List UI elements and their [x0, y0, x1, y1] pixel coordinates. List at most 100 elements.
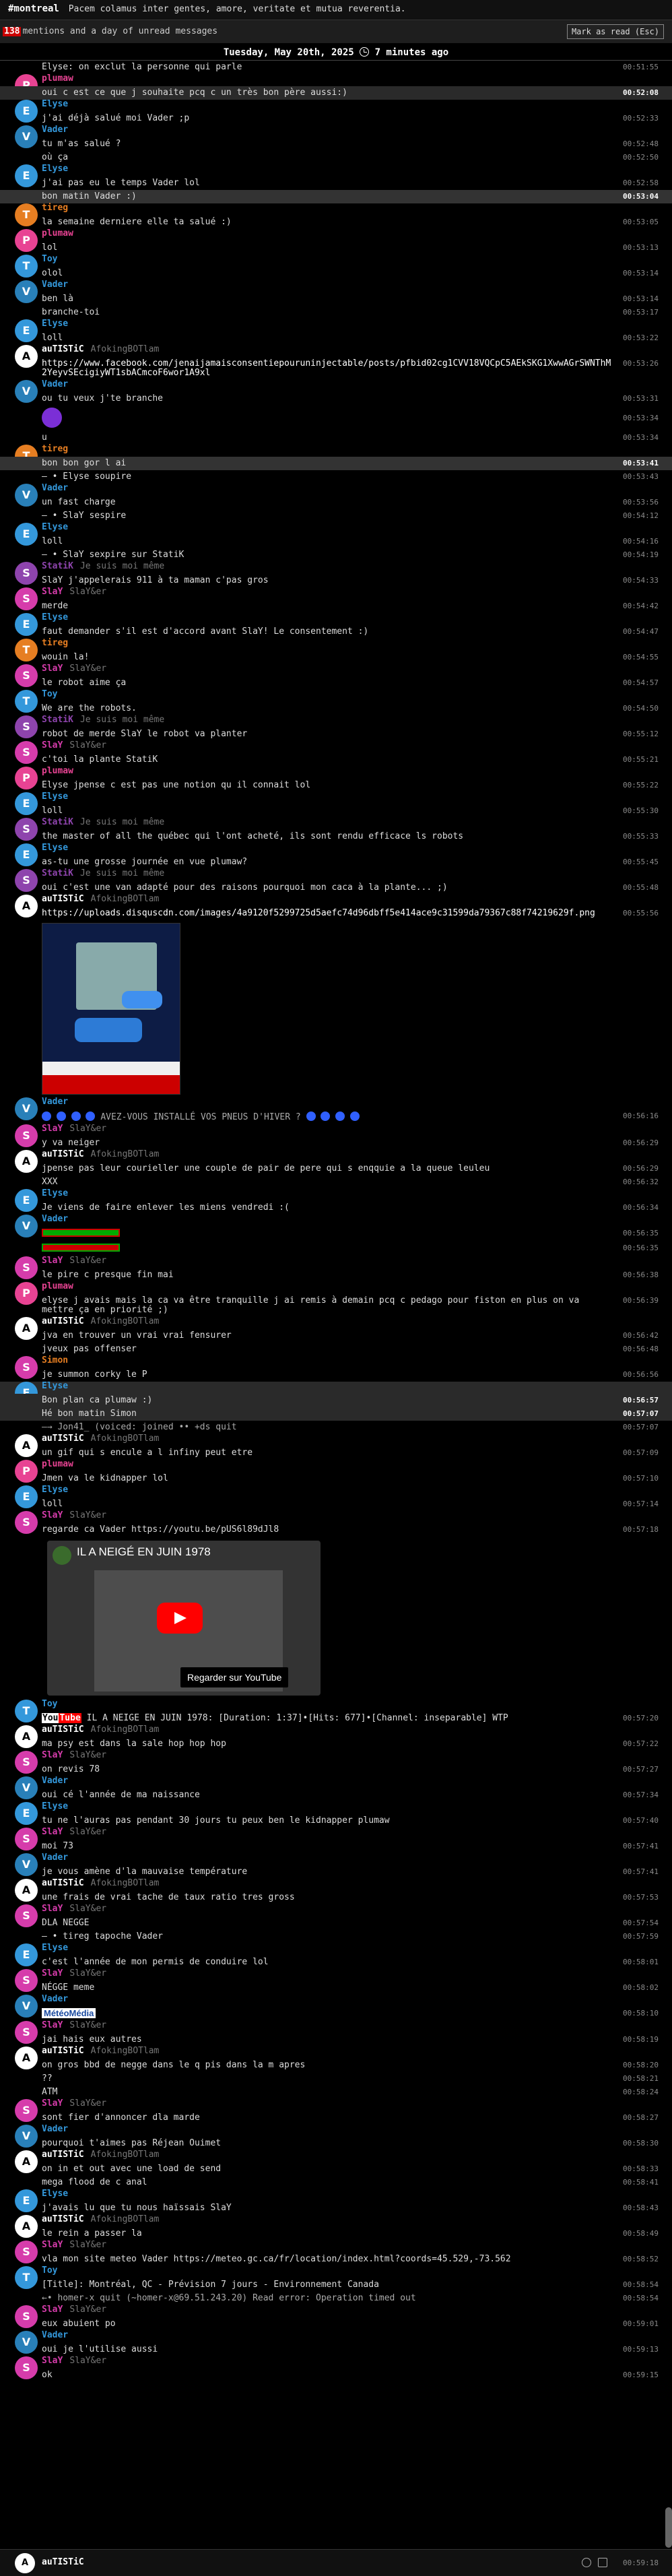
nick[interactable]: Toy	[42, 2265, 57, 2276]
nick[interactable]: Elyse	[42, 792, 68, 802]
nick[interactable]: StatiK	[42, 817, 73, 827]
nick[interactable]: Vader	[42, 1097, 68, 1107]
nick[interactable]: Vader	[42, 2124, 68, 2134]
link[interactable]: https://uploads.disquscdn.com/images/4a9…	[42, 908, 595, 918]
nick[interactable]: Vader	[42, 1214, 68, 1224]
nick[interactable]: Elyse	[42, 1188, 68, 1198]
timestamp: 00:58:41	[623, 2178, 659, 2187]
nick[interactable]: Elyse	[42, 843, 68, 853]
nick[interactable]: auTISTiC	[42, 1725, 84, 1735]
nick[interactable]: Vader	[42, 379, 68, 389]
mention-count-badge[interactable]: 138	[3, 27, 22, 36]
nick[interactable]: Elyse	[42, 164, 68, 174]
nick[interactable]: SlaY	[42, 740, 63, 750]
nick[interactable]: Elyse	[42, 319, 68, 329]
emoji-icon[interactable]	[582, 2558, 591, 2567]
nick[interactable]: SlaY	[42, 2240, 63, 2250]
nick[interactable]: SlaY	[42, 1124, 63, 1134]
message-header: AauTISTiC AfokingBOTlam	[0, 1434, 672, 1457]
meteomedia-logo[interactable]: MétéoMédia	[42, 2008, 96, 2018]
message-text: ok	[42, 2370, 53, 2380]
mark-as-read-button[interactable]: Mark as read (Esc)	[566, 24, 664, 39]
youtube-embed[interactable]: IL A NEIGÉ EN JUIN 1978 Regarder sur You…	[47, 1541, 321, 1696]
nick[interactable]: Elyse	[42, 1381, 68, 1391]
message-text: IL A NEIGE EN JUIN 1978: [Duration: 1:37…	[86, 1713, 508, 1723]
message: NÉGGE meme 00:58:02	[0, 1981, 672, 1995]
colored-text-block	[42, 1244, 120, 1252]
nick[interactable]: SlaY	[42, 2098, 63, 2108]
nick[interactable]: Vader	[42, 125, 68, 135]
nick[interactable]: Elyse	[42, 1943, 68, 1953]
play-button-icon[interactable]	[157, 1603, 203, 1634]
timestamp: 00:56:35	[623, 1229, 659, 1237]
nick[interactable]: plumaw	[42, 1459, 73, 1469]
attach-icon[interactable]	[598, 2558, 607, 2567]
nick[interactable]: StatiK	[42, 868, 73, 878]
message: bon matin Vader :) 00:53:04	[0, 190, 672, 203]
nick[interactable]: plumaw	[42, 73, 73, 84]
nick[interactable]: SlaY	[42, 1827, 63, 1837]
video-title: IL A NEIGÉ EN JUIN 1978	[77, 1545, 211, 1558]
nick[interactable]: tireg	[42, 444, 68, 454]
nick[interactable]: SlaY	[42, 664, 63, 674]
nick[interactable]: auTISTiC	[42, 344, 84, 354]
message-text: c'toi la plante StatiK	[42, 754, 158, 765]
nick[interactable]: auTISTiC	[42, 1434, 84, 1444]
message-feed[interactable]: Elyse: on exclut la personne qui parle 00…	[0, 61, 672, 2549]
nick[interactable]: SlaY	[42, 1968, 63, 1978]
nick[interactable]: Elyse	[42, 1801, 68, 1811]
message-text: the master of all the québec qui l'ont a…	[42, 831, 464, 841]
nick[interactable]: Toy	[42, 254, 57, 264]
nick[interactable]: Elyse	[42, 522, 68, 532]
message-input-bar[interactable]: A auTISTiC 00:59:18	[0, 2549, 672, 2576]
nick[interactable]: auTISTiC	[42, 2150, 84, 2160]
nick[interactable]: SlaY	[42, 1510, 63, 1520]
nick[interactable]: Elyse	[42, 99, 68, 109]
nick[interactable]: auTISTiC	[42, 894, 84, 904]
nick[interactable]: Elyse	[42, 2189, 68, 2199]
message-text: tu m'as salué ?	[42, 139, 121, 149]
nick[interactable]: Vader	[42, 1853, 68, 1863]
nick[interactable]: Vader	[42, 2330, 68, 2340]
nick[interactable]: plumaw	[42, 228, 73, 238]
nick[interactable]: plumaw	[42, 1281, 73, 1291]
nick[interactable]: Elyse	[42, 1485, 68, 1495]
message: DLA NEGGE 00:57:54	[0, 1917, 672, 1930]
nick[interactable]: SlaY	[42, 2020, 63, 2030]
nick[interactable]: SlaY	[42, 587, 63, 597]
message: regarde ca Vader https://youtu.be/pUS6l8…	[0, 1523, 672, 1537]
scrollbar[interactable]	[665, 2507, 672, 2548]
nick[interactable]: SlaY	[42, 1750, 63, 1760]
nick[interactable]: Vader	[42, 280, 68, 290]
message-text: Tube	[59, 1713, 81, 1723]
link[interactable]: https://www.facebook.com/jenaijamaiscons…	[42, 358, 611, 378]
nick[interactable]: SlaY	[42, 1256, 63, 1266]
nick[interactable]: StatiK	[42, 561, 73, 571]
nick[interactable]: Vader	[42, 1994, 68, 2004]
nick[interactable]: auTISTiC	[42, 1316, 84, 1326]
nick[interactable]: auTISTiC	[42, 1878, 84, 1888]
watch-on-youtube-button[interactable]: Regarder sur YouTube	[180, 1667, 289, 1687]
timestamp: 00:53:14	[623, 269, 659, 278]
nick[interactable]: plumaw	[42, 766, 73, 776]
nick[interactable]: Vader	[42, 483, 68, 493]
nick[interactable]: auTISTiC	[42, 2214, 84, 2224]
nick[interactable]: auTISTiC	[42, 2046, 84, 2056]
nick[interactable]: SlaY	[42, 2356, 63, 2366]
nick[interactable]: StatiK	[42, 715, 73, 725]
nick[interactable]: auTISTiC	[42, 1149, 84, 1159]
nick[interactable]: Toy	[42, 1699, 57, 1709]
image-preview[interactable]	[42, 923, 180, 1095]
nick[interactable]: SlaY	[42, 2305, 63, 2315]
message: loll 00:54:16	[0, 535, 672, 548]
nick[interactable]: tireg	[42, 203, 68, 213]
nick[interactable]: Elyse	[42, 612, 68, 622]
nick[interactable]: tireg	[42, 638, 68, 648]
nick[interactable]: Simon	[42, 1355, 68, 1365]
message-header: V Vader	[0, 280, 672, 303]
nick[interactable]: SlaY	[42, 1904, 63, 1914]
nick[interactable]: Vader	[42, 1776, 68, 1786]
message-text: c'est l'année de mon permis de conduire …	[42, 1957, 269, 1967]
timestamp: 00:55:56	[623, 909, 659, 917]
nick[interactable]: Toy	[42, 689, 57, 699]
